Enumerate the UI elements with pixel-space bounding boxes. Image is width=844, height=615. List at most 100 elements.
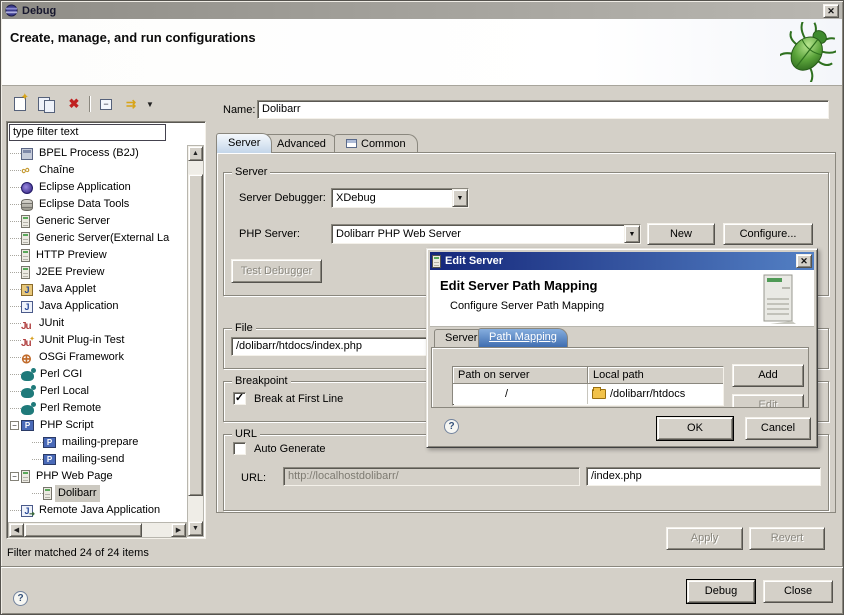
tree-item-dolibarr[interactable]: Dolibarr: [8, 485, 186, 502]
tree-item-perl-remote[interactable]: Perl Remote: [8, 400, 186, 417]
copy-icon-back: [44, 100, 55, 113]
configure-server-button[interactable]: Configure...: [723, 223, 813, 245]
server-debugger-select[interactable]: XDebug ▼: [331, 188, 469, 208]
tree-item-http-preview[interactable]: HTTP Preview: [8, 247, 186, 264]
filter-icon: ⇉: [126, 97, 134, 111]
help-button[interactable]: ?: [13, 591, 28, 606]
path-mapping-row[interactable]: //dolibarr/htdocs: [453, 384, 723, 404]
column-header-local-path[interactable]: Local path: [588, 367, 723, 384]
perl-icon: [21, 405, 34, 415]
new-configuration-button[interactable]: ✦: [9, 93, 31, 115]
duplicate-configuration-button[interactable]: [35, 93, 57, 115]
tree-item-remote-java-application[interactable]: Remote Java Application: [8, 502, 186, 519]
tree-item-label: Eclipse Application: [36, 179, 134, 196]
edit-server-header-title: Edit Server Path Mapping: [440, 278, 597, 293]
filter-button[interactable]: ⇉: [119, 93, 141, 115]
tree-item-mailing-send[interactable]: mailing-send: [8, 451, 186, 468]
add-mapping-button[interactable]: Add: [732, 364, 804, 387]
tree-item-cha-ne[interactable]: Chaîne: [8, 162, 186, 179]
tab-common-label: Common: [361, 138, 406, 150]
tree-horizontal-scrollbar[interactable]: ◀ ▶: [8, 522, 187, 538]
cancel-button[interactable]: Cancel: [745, 417, 811, 440]
scroll-down-icon[interactable]: ▼: [188, 521, 203, 536]
tree-item-php-web-page[interactable]: −PHP Web Page: [8, 468, 186, 485]
close-button[interactable]: Close: [763, 580, 833, 603]
edit-server-titlebar[interactable]: Edit Server ✕: [430, 252, 814, 270]
tree-item-label: Perl CGI: [37, 366, 85, 383]
tree-item-j2ee-preview[interactable]: J2EE Preview: [8, 264, 186, 281]
tree-item-label: JUnit: [36, 315, 67, 332]
tree-item-generic-server[interactable]: Generic Server: [8, 213, 186, 230]
chain-icon: [21, 165, 33, 177]
server-icon: [21, 232, 30, 245]
php-icon: [43, 454, 56, 465]
tree-item-perl-local[interactable]: Perl Local: [8, 383, 186, 400]
tree-guide: [10, 374, 21, 375]
collapse-all-button[interactable]: −: [95, 93, 117, 115]
column-header-path-on-server[interactable]: Path on server: [453, 367, 588, 384]
debug-button[interactable]: Debug: [687, 580, 755, 603]
tree-item-eclipse-application[interactable]: Eclipse Application: [8, 179, 186, 196]
tree-item-mailing-prepare[interactable]: mailing-prepare: [8, 434, 186, 451]
scroll-up-icon[interactable]: ▲: [188, 146, 203, 161]
delete-configuration-button[interactable]: ✖: [63, 93, 85, 115]
tree-item-junit[interactable]: JUnit: [8, 315, 186, 332]
table-icon: [346, 139, 357, 148]
vertical-scroll-thumb[interactable]: [188, 174, 203, 496]
edit-server-close-button[interactable]: ✕: [796, 254, 812, 268]
horizontal-scroll-thumb[interactable]: [24, 523, 142, 537]
tree-item-label: J2EE Preview: [33, 264, 107, 281]
tab-advanced[interactable]: Advanced: [265, 134, 338, 153]
server-path-cell: /: [453, 384, 588, 404]
auto-generate-checkbox[interactable]: [233, 442, 246, 455]
revert-button[interactable]: Revert: [749, 527, 825, 550]
filter-input[interactable]: type filter text: [9, 124, 166, 141]
url-path-input[interactable]: /index.php: [586, 467, 821, 486]
tab-server[interactable]: Server: [216, 133, 272, 153]
tree-guide: [10, 408, 21, 409]
edit-server-title: Edit Server: [445, 255, 503, 267]
tree-item-junit-plug-in-test[interactable]: JUnit Plug-in Test: [8, 332, 186, 349]
server-icon: [21, 266, 30, 279]
php-server-value: Dolibarr PHP Web Server: [332, 228, 624, 240]
break-first-line-checkbox[interactable]: ✓: [233, 392, 246, 405]
tree-vertical-scrollbar[interactable]: ▲ ▼: [187, 145, 204, 537]
scroll-left-icon[interactable]: ◀: [9, 523, 24, 537]
tree-item-perl-cgi[interactable]: Perl CGI: [8, 366, 186, 383]
url-auto-input[interactable]: http://localhostdolibarr/: [283, 467, 580, 486]
tree-item-bpel-process-b2j-[interactable]: BPEL Process (B2J): [8, 145, 186, 162]
php-server-select[interactable]: Dolibarr PHP Web Server ▼: [331, 224, 641, 244]
scroll-right-icon[interactable]: ▶: [171, 523, 186, 537]
tree-item-generic-server-external-la[interactable]: Generic Server(External La: [8, 230, 186, 247]
toolbar-menu-button[interactable]: ▼: [143, 93, 157, 115]
tree-item-java-applet[interactable]: Java Applet: [8, 281, 186, 298]
tree-item-php-script[interactable]: −PHP Script: [8, 417, 186, 434]
new-server-button[interactable]: New: [647, 223, 715, 245]
server-tower-icon: [762, 274, 796, 324]
name-input[interactable]: Dolibarr: [257, 100, 829, 119]
path-mapping-table: Path on server Local path //dolibarr/htd…: [452, 366, 724, 406]
window-titlebar[interactable]: Debug ✕: [2, 2, 842, 19]
tree-item-label: OSGi Framework: [36, 349, 127, 366]
tree-item-label: Generic Server(External La: [33, 230, 172, 247]
window-close-button[interactable]: ✕: [823, 4, 839, 18]
tree-guide: [32, 442, 43, 443]
chevron-down-icon[interactable]: ▼: [452, 189, 468, 207]
database-icon: [21, 199, 33, 211]
folder-icon: [592, 389, 606, 399]
auto-generate-label: Auto Generate: [254, 443, 326, 455]
apply-button[interactable]: Apply: [666, 527, 743, 550]
dialog-tab-path-mapping[interactable]: Path Mapping: [478, 328, 568, 347]
edit-mapping-button[interactable]: Edit: [732, 394, 804, 408]
collapse-toggle-icon[interactable]: −: [10, 472, 19, 481]
tree-item-osgi-framework[interactable]: OSGi Framework: [8, 349, 186, 366]
ok-button[interactable]: OK: [657, 417, 733, 440]
chevron-down-icon[interactable]: ▼: [624, 225, 640, 243]
dialog-help-button[interactable]: ?: [444, 419, 459, 434]
tree-guide: [10, 289, 21, 290]
collapse-toggle-icon[interactable]: −: [10, 421, 19, 430]
tab-common[interactable]: Common: [334, 134, 418, 153]
tree-item-eclipse-data-tools[interactable]: Eclipse Data Tools: [8, 196, 186, 213]
tree-item-java-application[interactable]: Java Application: [8, 298, 186, 315]
test-debugger-button[interactable]: Test Debugger: [231, 259, 322, 283]
